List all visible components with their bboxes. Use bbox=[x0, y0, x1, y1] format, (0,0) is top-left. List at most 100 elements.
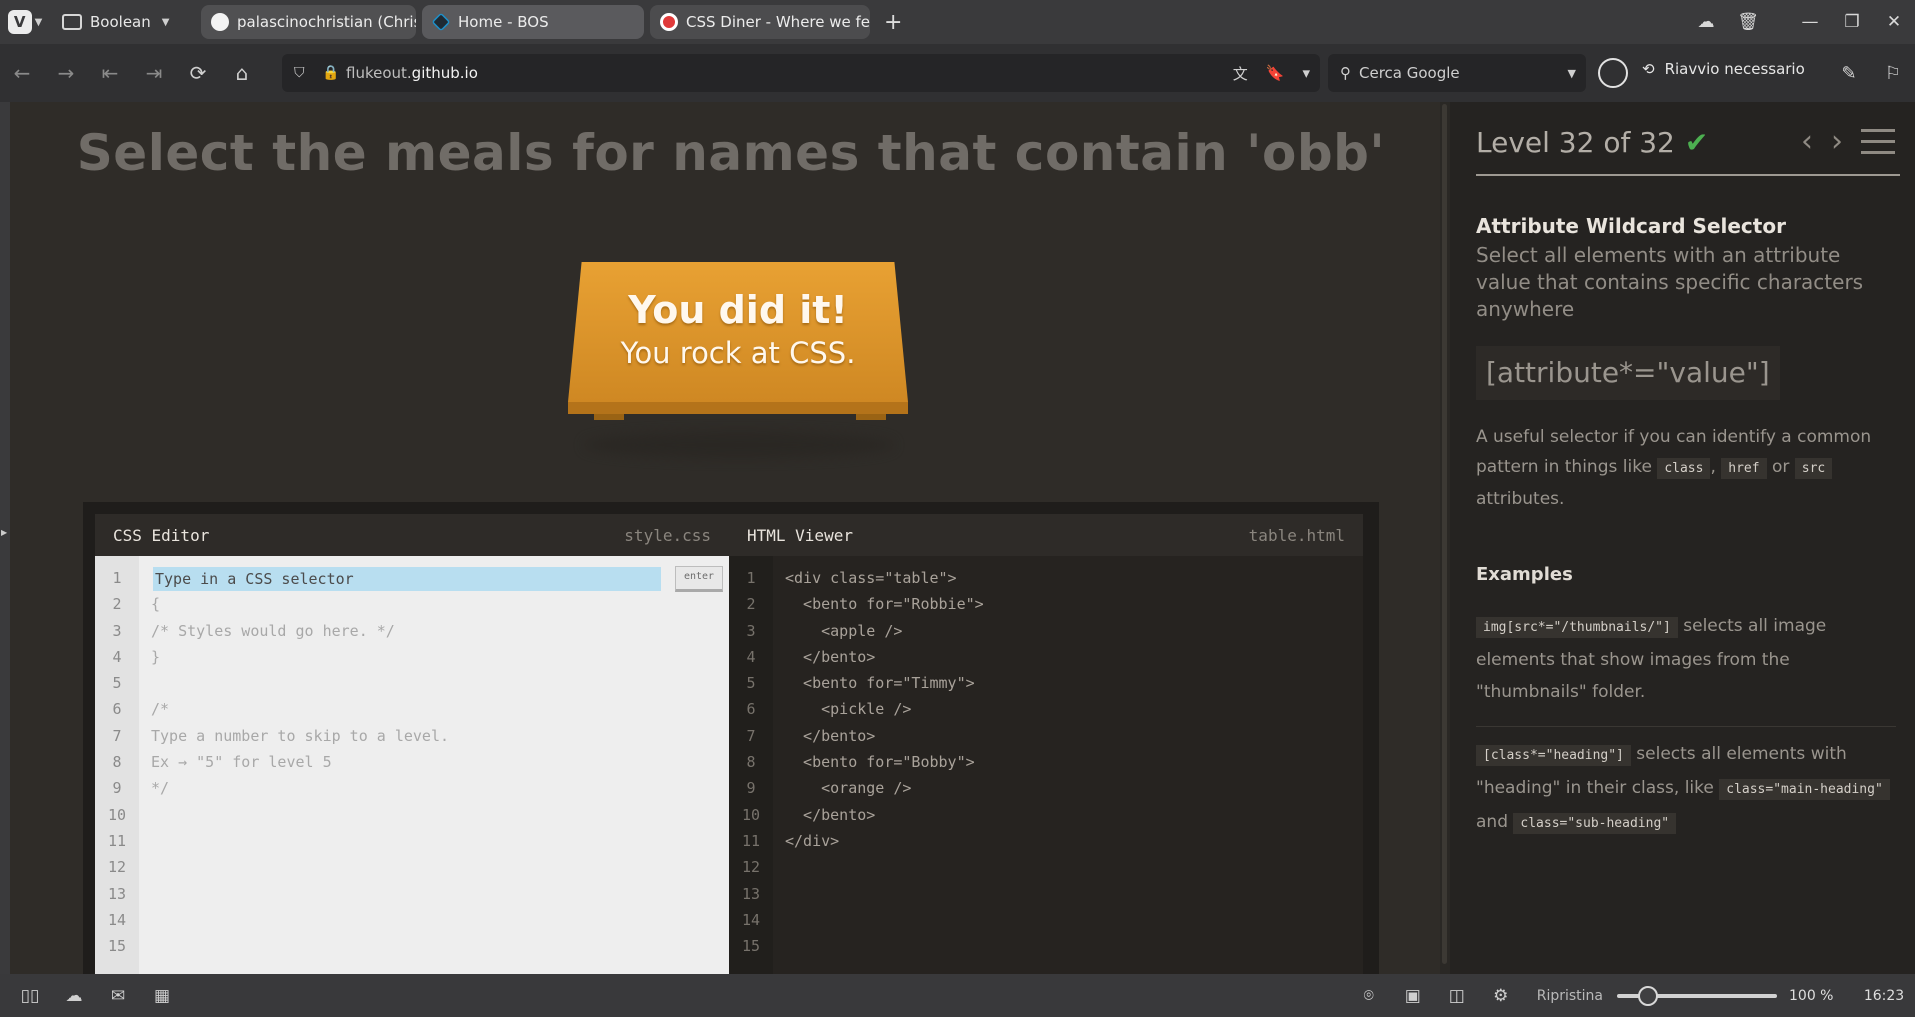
chevron-down-icon: ▼ bbox=[161, 16, 170, 28]
fast-forward-button[interactable]: ⇥ bbox=[132, 44, 176, 102]
rewind-button[interactable]: ⇤ bbox=[88, 44, 132, 102]
css-editor-title: CSS Editor bbox=[113, 525, 210, 545]
line-number: 7 bbox=[746, 726, 756, 745]
shield-icon[interactable]: ⛉ bbox=[294, 65, 316, 81]
line-number: 8 bbox=[746, 753, 756, 772]
code-line: <div class="table"> bbox=[785, 569, 957, 587]
code-line: </div> bbox=[785, 831, 840, 850]
workspace-selector[interactable]: Boolean ▼ bbox=[62, 13, 187, 31]
home-button[interactable]: ⌂ bbox=[220, 44, 264, 102]
search-placeholder: Cerca Google bbox=[1359, 64, 1460, 82]
zoom-slider[interactable] bbox=[1617, 985, 1777, 1006]
page-scrollbar[interactable] bbox=[1440, 102, 1450, 974]
examples-heading: Examples bbox=[1476, 564, 1573, 585]
search-field[interactable]: ⚲ Cerca Google ▼ bbox=[1328, 54, 1586, 92]
code-line: Ex → "5" for level 5 bbox=[151, 753, 332, 772]
url-text: flukeout.github.io bbox=[346, 64, 478, 82]
back-button[interactable]: ← bbox=[0, 44, 44, 102]
tiling-icon[interactable]: ◫ bbox=[1435, 986, 1479, 1006]
line-number: 15 bbox=[741, 937, 761, 956]
line-number: 3 bbox=[112, 621, 122, 640]
tab-title: palascinochristian (Christian bbox=[237, 13, 416, 31]
sync-cloud-icon[interactable]: ☁ bbox=[1685, 0, 1727, 44]
translate-icon[interactable]: 文 bbox=[1233, 63, 1248, 84]
profile-avatar-icon[interactable] bbox=[1598, 58, 1628, 88]
code-line: { bbox=[151, 595, 161, 614]
zoom-slider-handle[interactable] bbox=[1638, 985, 1658, 1006]
line-number: 11 bbox=[741, 831, 761, 850]
selector-title: Attribute Wildcard Selector bbox=[1476, 214, 1786, 238]
line-number: 11 bbox=[107, 831, 127, 850]
tab-title: CSS Diner - Where we feast bbox=[686, 13, 870, 31]
line-number: 6 bbox=[112, 700, 122, 719]
previous-level-button[interactable]: ‹ bbox=[1801, 124, 1813, 159]
cloud-icon[interactable]: ☁ bbox=[52, 986, 96, 1006]
next-level-button[interactable]: › bbox=[1831, 124, 1843, 159]
code-line: <bento for="Timmy"> bbox=[785, 674, 975, 693]
image-toggle-icon[interactable]: ▣ bbox=[1391, 986, 1435, 1006]
html-viewer-title: HTML Viewer bbox=[747, 525, 853, 545]
status-bar: ▯▯ ☁ ✉ ▦ ⌾ ▣ ◫ ⚙ Ripristina 100 % 16:23 bbox=[0, 974, 1915, 1017]
new-tab-button[interactable]: + bbox=[884, 10, 902, 35]
eyedropper-icon[interactable]: ✎ bbox=[1827, 63, 1871, 84]
bookmark-icon[interactable]: 🔖 bbox=[1266, 64, 1285, 82]
line-number: 9 bbox=[112, 779, 122, 798]
line-number: 5 bbox=[746, 674, 756, 693]
line-number: 2 bbox=[112, 595, 122, 614]
trash-icon[interactable]: 🗑 bbox=[1727, 0, 1769, 44]
url-field[interactable]: ⛉ 🔒 flukeout.github.io 文 🔖 ▾ bbox=[282, 54, 1320, 92]
restart-required-button[interactable]: ⟲ Riavvio necessario bbox=[1642, 60, 1805, 78]
calendar-icon[interactable]: ▦ bbox=[140, 986, 184, 1006]
css-file-name: style.css bbox=[624, 525, 711, 545]
line-number: 1 bbox=[746, 569, 756, 587]
github-icon bbox=[211, 13, 229, 31]
chevron-right-icon[interactable]: ▶ bbox=[1, 528, 7, 537]
chevron-down-icon: ▼ bbox=[34, 16, 43, 28]
code-line: </bento> bbox=[785, 647, 876, 666]
enter-button[interactable]: enter bbox=[675, 566, 723, 592]
success-subtitle: You rock at CSS. bbox=[620, 336, 856, 370]
code-line: Type a number to skip to a level. bbox=[151, 726, 450, 745]
reload-button[interactable]: ⟳ bbox=[176, 44, 220, 102]
chevron-down-icon[interactable]: ▼ bbox=[1568, 67, 1576, 80]
capture-icon[interactable]: ⌾ bbox=[1347, 986, 1391, 1006]
tab-github[interactable]: palascinochristian (Christian bbox=[201, 5, 416, 39]
line-number: 12 bbox=[741, 858, 761, 877]
extensions-icon[interactable]: ⚐ bbox=[1871, 63, 1915, 84]
vivaldi-menu-button[interactable]: V ▼ bbox=[6, 0, 44, 44]
line-number: 5 bbox=[112, 674, 122, 693]
address-toolbar: ← → ⇤ ⇥ ⟳ ⌂ ⛉ 🔒 flukeout.github.io 文 🔖 ▾… bbox=[0, 44, 1915, 102]
minimize-button[interactable]: — bbox=[1789, 0, 1831, 44]
zoom-reset-button[interactable]: Ripristina bbox=[1537, 988, 1603, 1004]
forward-button[interactable]: → bbox=[44, 44, 88, 102]
line-number: 4 bbox=[746, 647, 756, 666]
code-chip: href bbox=[1721, 458, 1767, 479]
close-window-button[interactable]: ✕ bbox=[1873, 0, 1915, 44]
code-line: </bento> bbox=[785, 805, 876, 824]
tab-css-diner[interactable]: CSS Diner - Where we feast bbox=[650, 5, 870, 39]
chevron-down-icon[interactable]: ▾ bbox=[1302, 64, 1310, 82]
panel-toggle-icon[interactable]: ▯▯ bbox=[8, 986, 52, 1006]
level-menu-button[interactable] bbox=[1861, 129, 1895, 154]
mail-icon[interactable]: ✉ bbox=[96, 986, 140, 1006]
html-viewer-pane: HTML Viewer table.html 1 2 3 4 5 6 7 8 9 10 11 12 13… bbox=[729, 514, 1363, 974]
line-number: 4 bbox=[112, 647, 122, 666]
tab-bos[interactable]: Home - BOS bbox=[422, 5, 644, 39]
restore-button[interactable]: ❐ bbox=[1831, 0, 1873, 44]
page-actions-icon[interactable]: ⚙ bbox=[1479, 986, 1523, 1006]
panel-toggle-strip[interactable]: ▶ bbox=[0, 102, 10, 974]
lock-icon: 🔒 bbox=[322, 65, 340, 81]
line-number: 14 bbox=[107, 910, 127, 929]
code-chip: [class*="heading"] bbox=[1476, 745, 1631, 766]
css-selector-input[interactable] bbox=[153, 567, 661, 591]
line-number: 2 bbox=[746, 595, 756, 614]
line-number: 8 bbox=[112, 753, 122, 772]
